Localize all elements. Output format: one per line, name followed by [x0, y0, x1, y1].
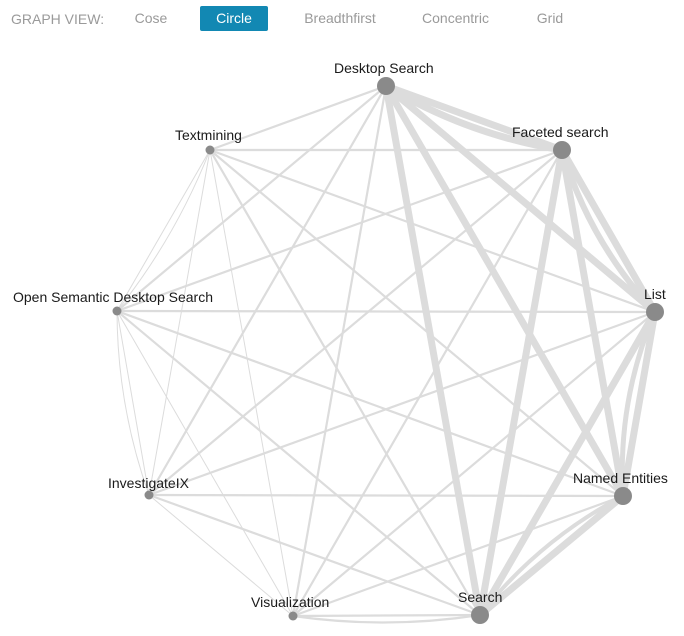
node-marker[interactable]: [553, 141, 571, 159]
graph-node-named[interactable]: Named Entities: [573, 470, 668, 505]
node-marker[interactable]: [646, 303, 664, 321]
graph-edge-list-investigate: [147, 310, 657, 497]
graph-edge-search-osds: [115, 309, 482, 617]
node-label: Desktop Search: [334, 60, 434, 76]
node-label: List: [644, 286, 666, 302]
node-label: Visualization: [251, 594, 329, 610]
node-marker[interactable]: [205, 145, 215, 155]
node-label: Open Semantic Desktop Search: [13, 289, 213, 305]
node-marker[interactable]: [377, 77, 395, 95]
graph-canvas[interactable]: Desktop Search Faceted search List Named En…: [0, 0, 684, 636]
node-marker[interactable]: [112, 306, 122, 316]
node-label: Faceted search: [512, 124, 609, 140]
graph-edge-faceted-osds: [115, 148, 564, 313]
graph-node-search[interactable]: Search: [458, 589, 502, 624]
node-label: Search: [458, 589, 502, 605]
graph-edge-list-textmining: [208, 148, 657, 314]
node-label: InvestigateIX: [108, 475, 190, 491]
node-label: Textmining: [175, 127, 242, 143]
node-marker[interactable]: [471, 606, 489, 624]
graph-edge-named-investigate: [147, 493, 625, 498]
node-marker[interactable]: [614, 487, 632, 505]
graph-edge-desktop-faceted: [382, 82, 566, 154]
node-marker[interactable]: [144, 490, 154, 500]
node-label: Named Entities: [573, 470, 668, 486]
graph-edge-search-viz: [291, 613, 482, 618]
graph-edge-list-osds: [115, 309, 657, 314]
graph-node-desktop[interactable]: Desktop Search: [334, 60, 434, 95]
graph-edges: [115, 82, 659, 624]
node-marker[interactable]: [288, 611, 298, 621]
